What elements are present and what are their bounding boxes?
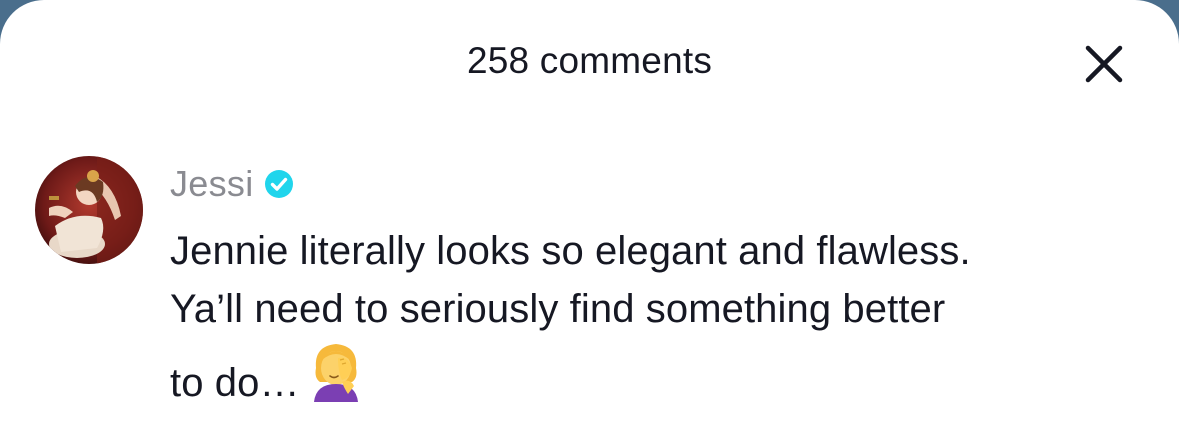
avatar[interactable] (35, 156, 143, 264)
comment-author-row: Jessi (170, 160, 294, 208)
comment-text-line: Jennie literally looks so elegant and fl… (170, 229, 971, 273)
comment-text: Jennie literally looks so elegant and fl… (170, 222, 1160, 412)
close-button[interactable] (1082, 42, 1126, 86)
comments-sheet: 258 comments Jessi Jennie literally look… (0, 0, 1179, 440)
comment-text-line-last: to do… (170, 338, 1160, 412)
comment-author-name[interactable]: Jessi (170, 163, 254, 205)
avatar-photo (35, 156, 143, 264)
woman-facepalming-emoji (313, 344, 358, 402)
comment-text-line: Ya’ll need to seriously find something b… (170, 287, 946, 331)
comments-count-title: 258 comments (466, 40, 713, 81)
verified-check-icon (264, 170, 293, 198)
close-icon[interactable] (1082, 42, 1126, 86)
comment-text-line: to do… (170, 361, 300, 405)
